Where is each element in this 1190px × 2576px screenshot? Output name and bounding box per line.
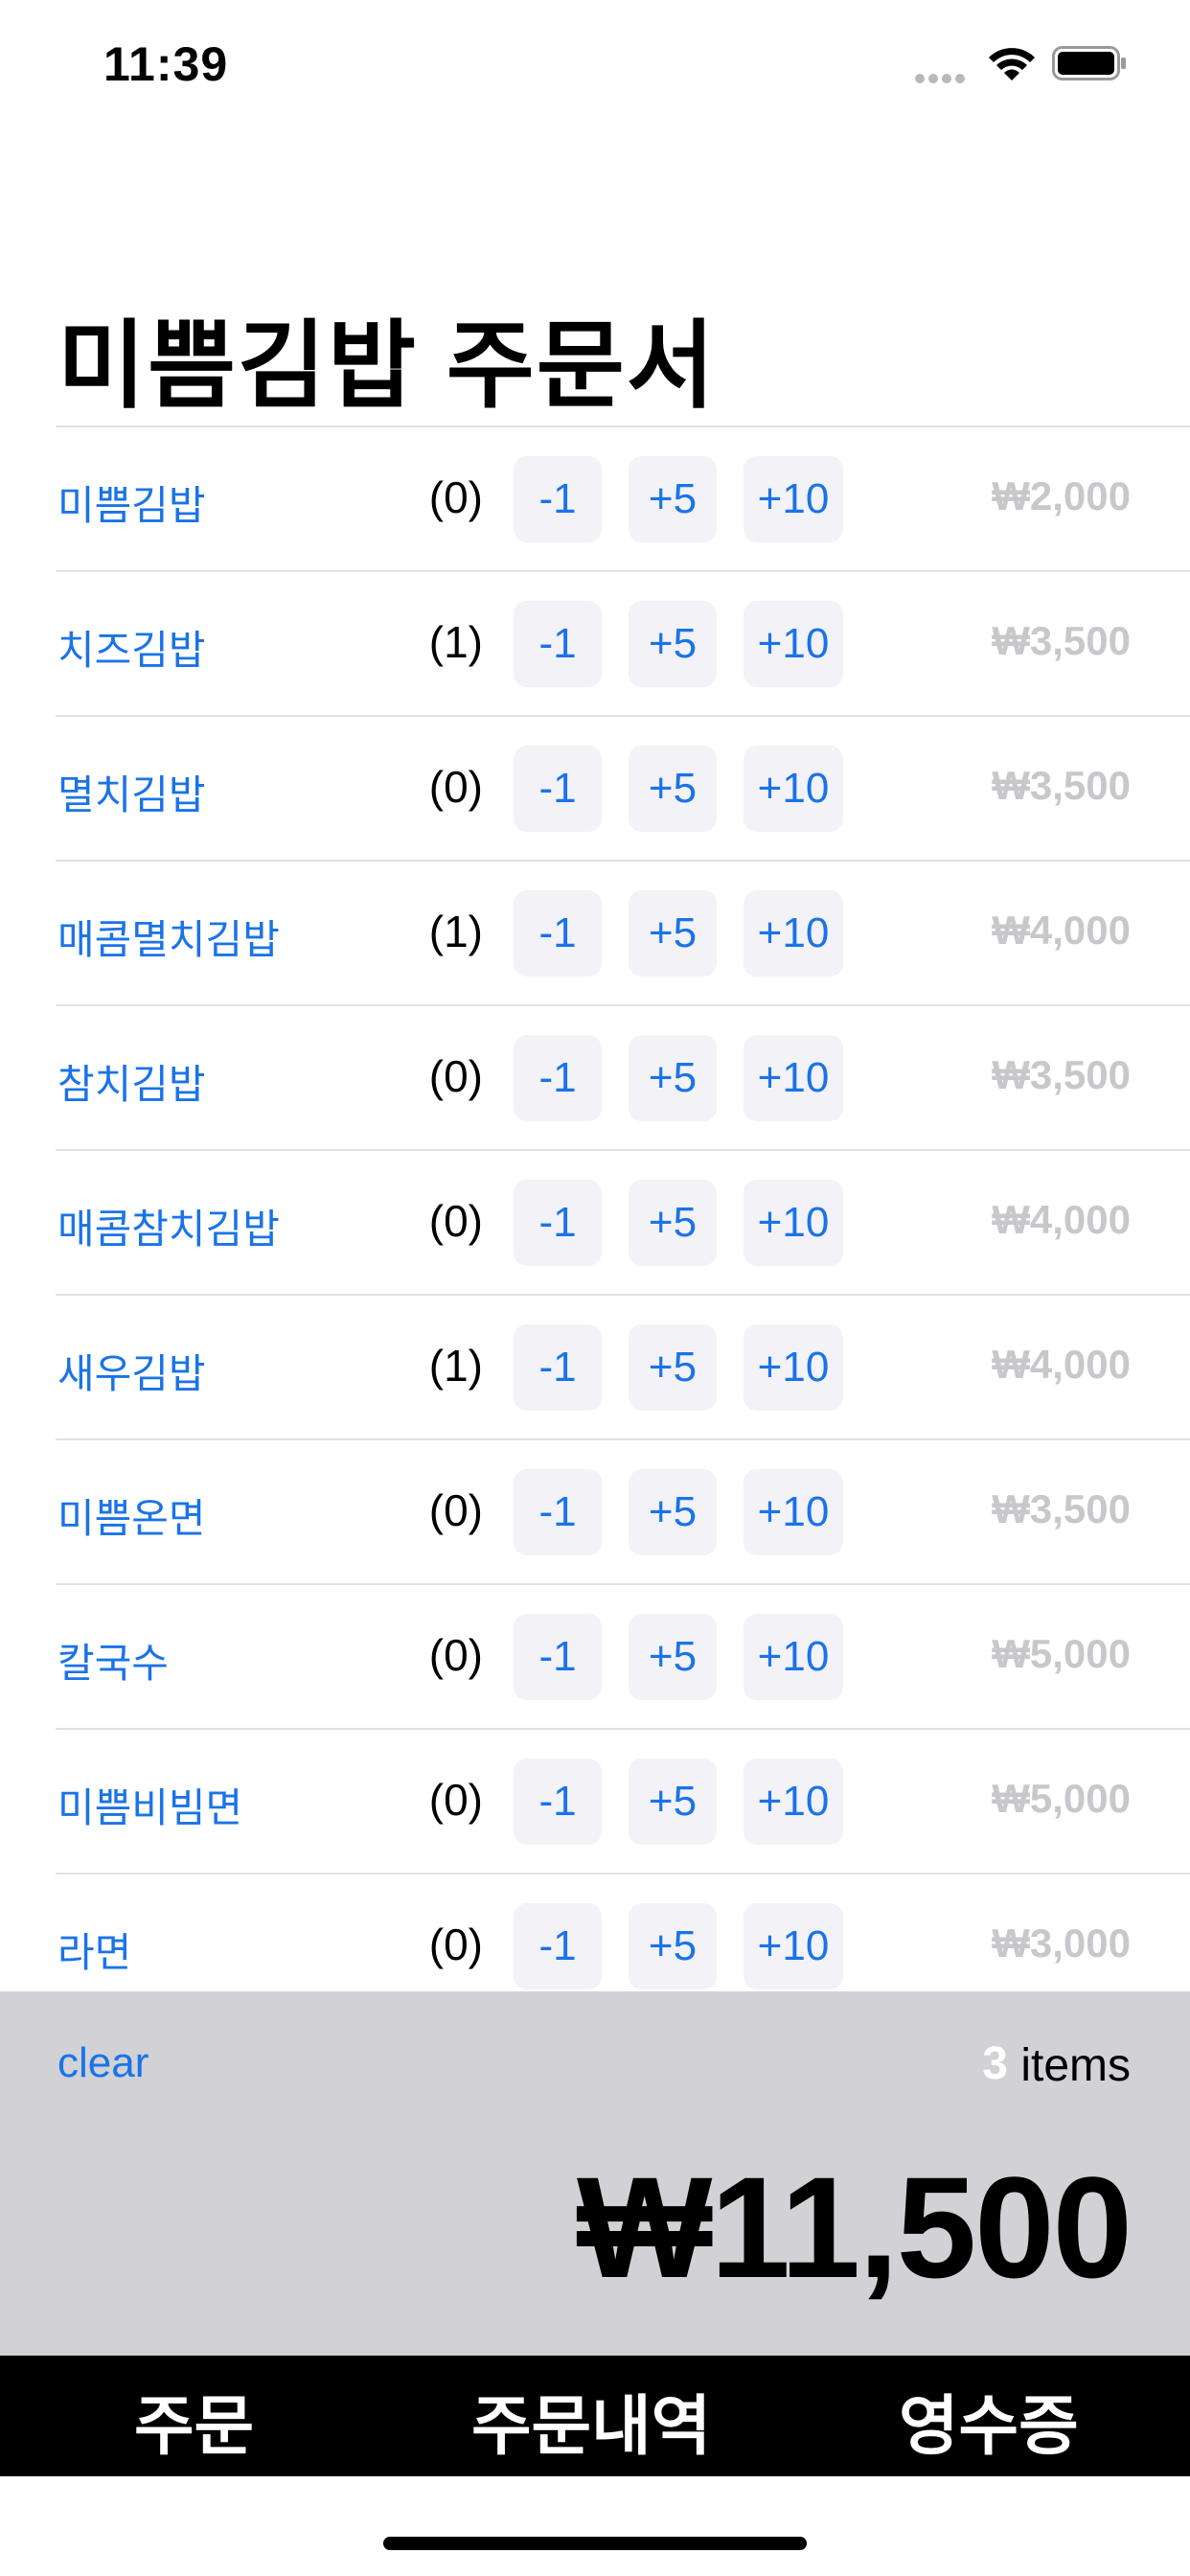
wifi-icon (989, 48, 1035, 80)
menu-row: 미쁨김밥 (0) -1 +5 +10 ₩2,000 (0, 427, 1190, 572)
menu-list[interactable]: 미쁨김밥 (0) -1 +5 +10 ₩2,000 치즈김밥 (1) -1 +5… (0, 427, 1190, 1991)
menu-item-price: ₩5,000 (992, 1776, 1131, 1821)
menu-item-price: ₩4,000 (992, 1342, 1131, 1387)
menu-item-count: (1) (428, 1341, 483, 1391)
menu-row: 매콤멸치김밥 (1) -1 +5 +10 ₩4,000 (0, 862, 1190, 1006)
item-count: 3 (982, 2038, 1008, 2089)
menu-item-count: (0) (428, 762, 483, 812)
plus-ten-button[interactable]: +10 (744, 890, 843, 977)
minus-one-button[interactable]: -1 (514, 456, 602, 542)
minus-one-button[interactable]: -1 (514, 1035, 602, 1121)
menu-item-price: ₩4,000 (992, 908, 1131, 953)
plus-ten-button[interactable]: +10 (744, 1035, 843, 1121)
status-time: 11:39 (103, 37, 229, 91)
clear-button[interactable]: clear (57, 2039, 149, 2087)
minus-one-button[interactable]: -1 (514, 1469, 602, 1555)
items-label: items (1020, 2040, 1131, 2091)
plus-ten-button[interactable]: +10 (744, 1903, 843, 1990)
menu-item-count: (0) (428, 1630, 483, 1680)
total-price: ₩11,500 (576, 2147, 1133, 2308)
menu-item-count: (0) (428, 1485, 483, 1535)
menu-row: 참치김밥 (0) -1 +5 +10 ₩3,500 (0, 1006, 1190, 1151)
menu-item-price: ₩5,000 (992, 1631, 1131, 1676)
plus-ten-button[interactable]: +10 (744, 1614, 843, 1700)
menu-item-name: 매콤멸치김밥 (57, 917, 280, 962)
menu-item-count: (1) (428, 907, 483, 956)
battery-icon (1052, 46, 1126, 80)
menu-item-price: ₩3,000 (992, 1920, 1131, 1966)
menu-item-price: ₩4,000 (992, 1197, 1131, 1242)
plus-five-button[interactable]: +5 (629, 1180, 717, 1266)
tab-order-history[interactable]: 주문내역 (471, 2373, 711, 2468)
plus-ten-button[interactable]: +10 (744, 746, 843, 832)
menu-item-count: (1) (428, 617, 483, 667)
menu-row: 치즈김밥 (1) -1 +5 +10 ₩3,500 (0, 572, 1190, 717)
minus-one-button[interactable]: -1 (514, 1614, 602, 1700)
menu-item-name: 매콤참치김밥 (57, 1207, 280, 1252)
menu-item-count: (0) (428, 1196, 483, 1246)
page-title: 미쁨김밥 주문서 (57, 312, 717, 420)
menu-item-count: (0) (428, 1051, 483, 1101)
cellular-signal-icon (915, 71, 973, 83)
minus-one-button[interactable]: -1 (514, 1180, 602, 1266)
menu-row: 멸치김밥 (0) -1 +5 +10 ₩3,500 (0, 717, 1190, 862)
plus-five-button[interactable]: +5 (629, 1035, 717, 1121)
minus-one-button[interactable]: -1 (514, 746, 602, 832)
menu-row: 미쁨비빔면 (0) -1 +5 +10 ₩5,000 (0, 1730, 1190, 1874)
menu-item-count: (0) (428, 1920, 483, 1969)
menu-item-price: ₩3,500 (992, 1486, 1131, 1531)
menu-row: 미쁨온면 (0) -1 +5 +10 ₩3,500 (0, 1440, 1190, 1585)
menu-item-name: 참치김밥 (57, 1062, 206, 1107)
plus-five-button[interactable]: +5 (629, 1903, 717, 1990)
minus-one-button[interactable]: -1 (514, 1903, 602, 1990)
plus-ten-button[interactable]: +10 (744, 1180, 843, 1266)
tab-receipt[interactable]: 영수증 (899, 2373, 1079, 2468)
home-indicator[interactable] (383, 2537, 807, 2550)
tab-bar: 주문 주문내역 영수증 (0, 2356, 1190, 2476)
menu-row: 매콤참치김밥 (0) -1 +5 +10 ₩4,000 (0, 1151, 1190, 1296)
menu-item-count: (0) (428, 1775, 483, 1825)
menu-item-name: 미쁨김밥 (57, 483, 206, 528)
plus-ten-button[interactable]: +10 (744, 1469, 843, 1555)
plus-five-button[interactable]: +5 (629, 1759, 717, 1845)
menu-item-price: ₩3,500 (992, 1052, 1131, 1097)
plus-five-button[interactable]: +5 (629, 456, 717, 542)
menu-item-name: 치즈김밥 (57, 628, 206, 673)
minus-one-button[interactable]: -1 (514, 1759, 602, 1845)
minus-one-button[interactable]: -1 (514, 1324, 602, 1411)
tab-order[interactable]: 주문 (134, 2373, 254, 2468)
menu-item-price: ₩3,500 (992, 618, 1131, 663)
menu-item-name: 칼국수 (57, 1641, 169, 1686)
menu-item-price: ₩2,000 (992, 473, 1131, 518)
plus-ten-button[interactable]: +10 (744, 601, 843, 687)
menu-item-name: 미쁨비빔면 (57, 1785, 243, 1830)
menu-item-name: 라면 (57, 1930, 132, 1975)
status-bar: 11:39 (0, 0, 1190, 126)
plus-five-button[interactable]: +5 (629, 1324, 717, 1411)
plus-five-button[interactable]: +5 (629, 1469, 717, 1555)
menu-row: 칼국수 (0) -1 +5 +10 ₩5,000 (0, 1585, 1190, 1730)
order-summary: clear 3 items ₩11,500 (0, 1991, 1190, 2356)
menu-row: 라면 (0) -1 +5 +10 ₩3,000 (0, 1874, 1190, 1991)
plus-five-button[interactable]: +5 (629, 890, 717, 977)
menu-item-name: 새우김밥 (57, 1351, 206, 1396)
plus-five-button[interactable]: +5 (629, 1614, 717, 1700)
menu-item-price: ₩3,500 (992, 763, 1131, 808)
menu-item-count: (0) (428, 472, 483, 522)
menu-row: 새우김밥 (1) -1 +5 +10 ₩4,000 (0, 1296, 1190, 1440)
plus-ten-button[interactable]: +10 (744, 1759, 843, 1845)
menu-item-name: 멸치김밥 (57, 772, 206, 817)
minus-one-button[interactable]: -1 (514, 890, 602, 977)
plus-ten-button[interactable]: +10 (744, 456, 843, 542)
plus-five-button[interactable]: +5 (629, 601, 717, 687)
plus-ten-button[interactable]: +10 (744, 1324, 843, 1411)
menu-item-name: 미쁨온면 (57, 1496, 206, 1541)
minus-one-button[interactable]: -1 (514, 601, 602, 687)
plus-five-button[interactable]: +5 (629, 746, 717, 832)
